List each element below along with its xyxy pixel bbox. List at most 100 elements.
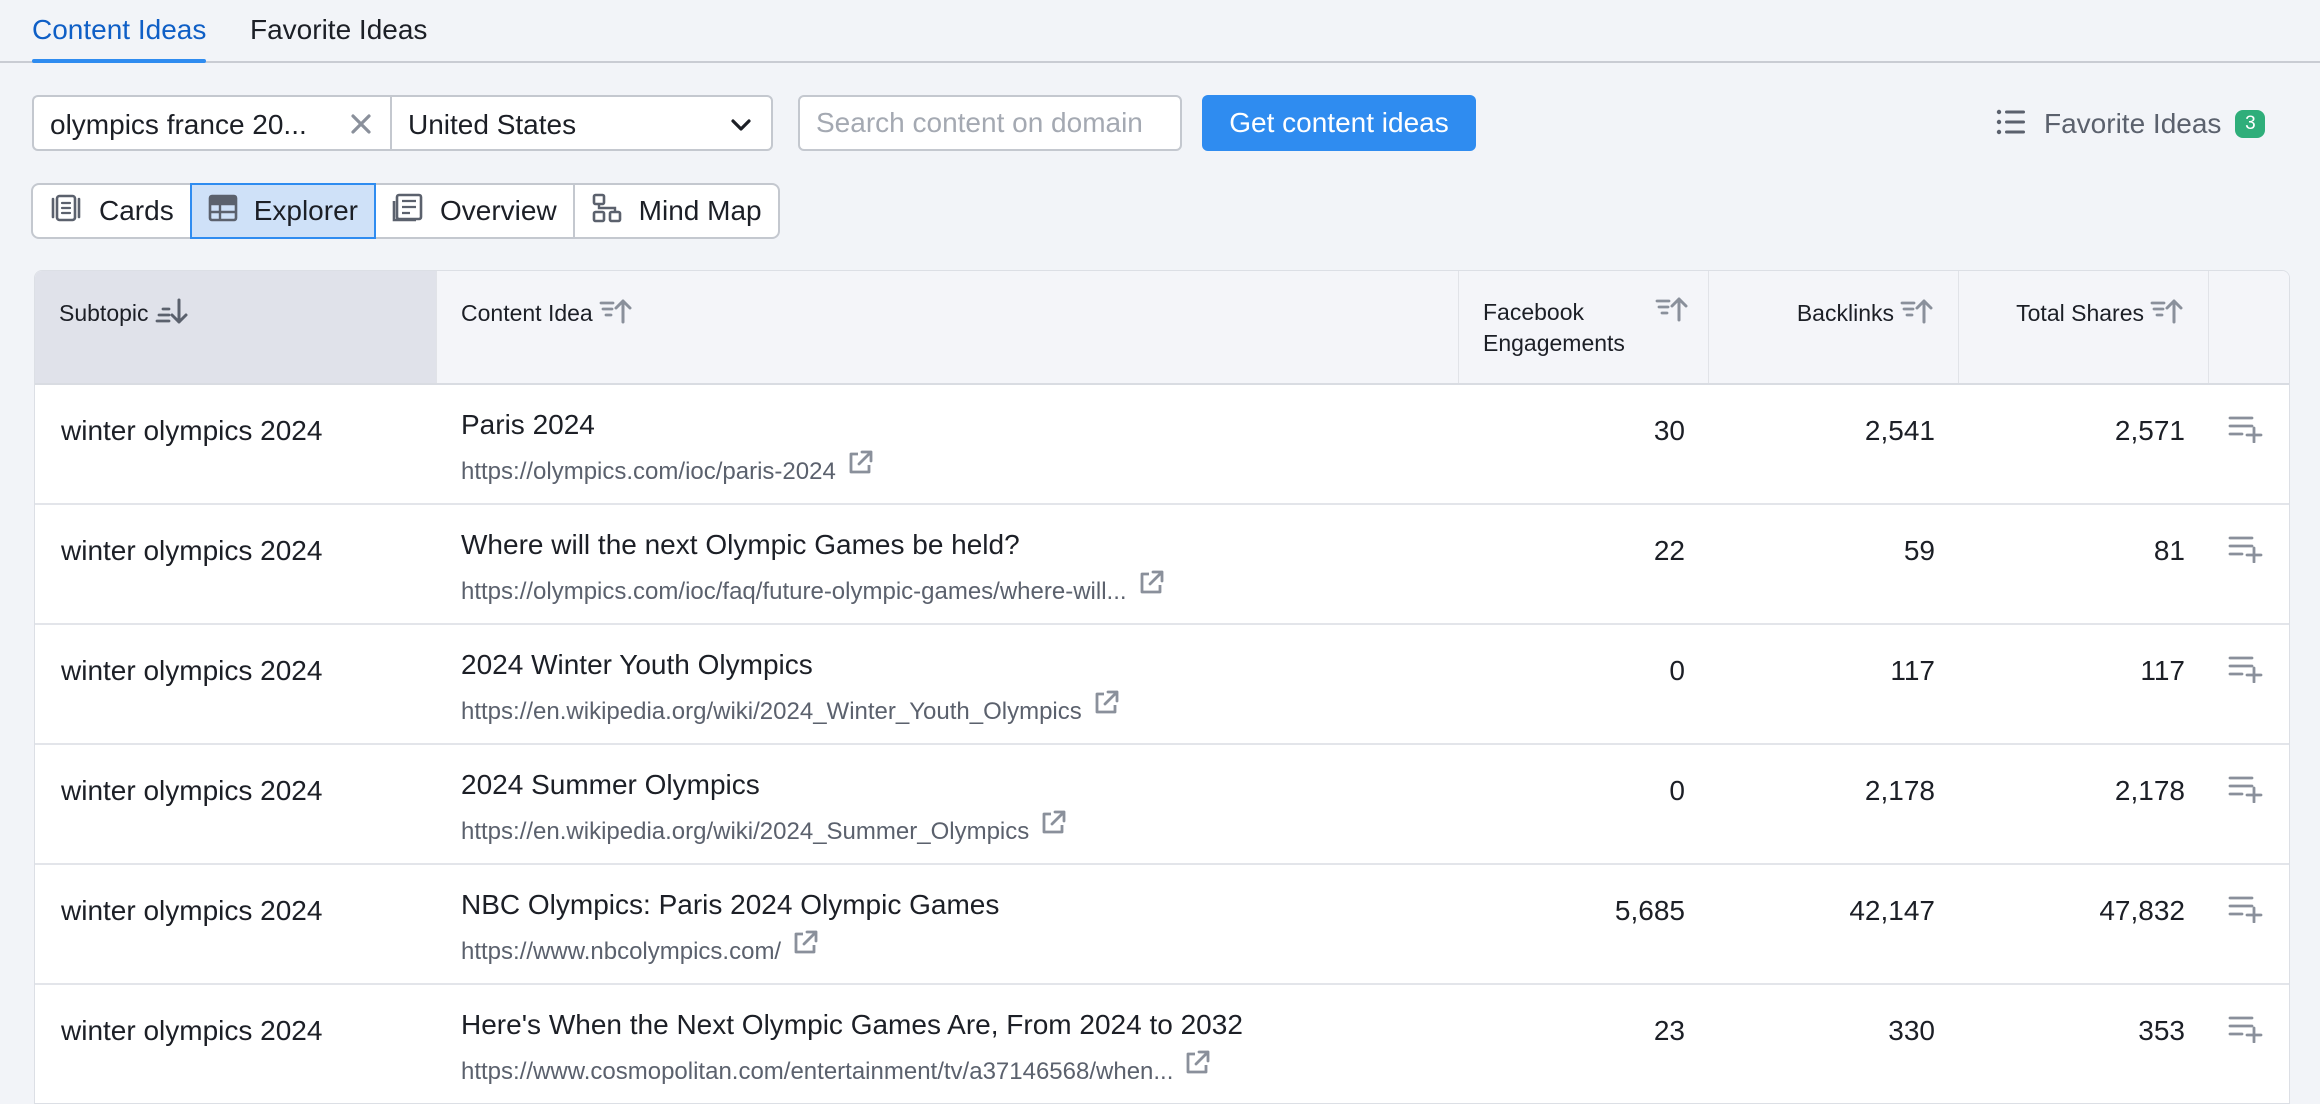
row-idea-link: https://olympics.com/ioc/faq/future-olym… — [461, 569, 1165, 606]
country-value: United States — [408, 109, 577, 140]
external-link-icon[interactable] — [791, 929, 819, 962]
table-header: Subtopic Content Idea Facebook Engagement… — [35, 271, 2289, 385]
country-select[interactable]: United States — [390, 95, 773, 151]
column-facebook-line1: Facebook — [1483, 299, 1585, 325]
sort-icon[interactable] — [2150, 297, 2184, 333]
row-idea-url[interactable]: https://olympics.com/ioc/paris-2024 — [461, 458, 836, 486]
column-backlinks-label: Backlinks — [1796, 300, 1894, 326]
row-idea-url[interactable]: https://www.cosmopolitan.com/entertainme… — [461, 1058, 1173, 1086]
row-total-shares: 353 — [2138, 1015, 2185, 1046]
keyword-input[interactable]: olympics france 20... — [32, 95, 392, 151]
row-subtopic: winter olympics 2024 — [61, 1015, 323, 1046]
row-backlinks: 2,541 — [1864, 415, 1935, 446]
overview-icon — [392, 193, 440, 230]
row-facebook-engagements: 0 — [1669, 655, 1685, 686]
external-link-icon[interactable] — [1183, 1049, 1211, 1082]
row-idea-link: https://en.wikipedia.org/wiki/2024_Winte… — [461, 689, 1120, 726]
column-facebook-label: Facebook Engagements — [1483, 297, 1625, 359]
row-idea-title: NBC Olympics: Paris 2024 Olympic Games — [461, 889, 1000, 920]
cards-icon — [49, 193, 99, 230]
row-idea-link: https://www.nbcolympics.com/ — [461, 929, 819, 966]
sort-icon[interactable] — [599, 297, 633, 333]
row-total-shares: 47,832 — [2099, 895, 2185, 926]
view-switcher: Cards Explorer Overview Mind Map — [31, 183, 780, 239]
row-idea-link: https://olympics.com/ioc/paris-2024 — [461, 449, 874, 486]
row-subtopic: winter olympics 2024 — [61, 655, 323, 686]
row-subtopic: winter olympics 2024 — [61, 535, 323, 566]
table-icon — [208, 193, 254, 230]
view-explorer-button[interactable]: Explorer — [189, 183, 376, 239]
row-facebook-engagements: 0 — [1669, 775, 1685, 806]
row-idea-title: Where will the next Olympic Games be hel… — [461, 529, 1020, 560]
row-backlinks: 117 — [1890, 655, 1935, 686]
view-mind-map-button[interactable]: Mind Map — [572, 183, 780, 239]
row-facebook-engagements: 5,685 — [1614, 895, 1685, 926]
row-idea-title: Here's When the Next Olympic Games Are, … — [461, 1009, 1243, 1040]
sort-desc-icon[interactable] — [155, 297, 189, 333]
add-to-favorites-icon[interactable] — [2228, 413, 2264, 448]
tab-favorite-ideas[interactable]: Favorite Ideas — [250, 14, 427, 62]
favorite-count-badge: 3 — [2235, 110, 2266, 138]
add-to-favorites-icon[interactable] — [2228, 533, 2264, 568]
content-tabs: Content Ideas Favorite Ideas — [0, 0, 2320, 63]
list-icon — [1996, 108, 2026, 141]
row-backlinks: 330 — [1888, 1015, 1935, 1046]
column-facebook-engagements[interactable]: Facebook Engagements — [1459, 271, 1709, 383]
row-idea-link: https://en.wikipedia.org/wiki/2024_Summe… — [461, 809, 1067, 846]
chevron-down-icon — [727, 111, 755, 139]
row-total-shares: 117 — [2140, 655, 2185, 686]
row-backlinks: 42,147 — [1849, 895, 1935, 926]
row-total-shares: 2,571 — [2114, 415, 2185, 446]
domain-search-input[interactable] — [798, 95, 1182, 151]
add-to-favorites-icon[interactable] — [2228, 1013, 2264, 1048]
column-facebook-line2: Engagements — [1483, 330, 1625, 356]
row-subtopic: winter olympics 2024 — [61, 415, 323, 446]
row-idea-url[interactable]: https://www.nbcolympics.com/ — [461, 938, 781, 966]
row-facebook-engagements: 22 — [1653, 535, 1685, 566]
clear-icon[interactable] — [346, 109, 376, 139]
view-cards-label: Cards — [99, 195, 174, 226]
row-subtopic: winter olympics 2024 — [61, 895, 323, 926]
table-row: winter olympics 2024 2024 Winter Youth O… — [35, 625, 2289, 745]
row-idea-url[interactable]: https://en.wikipedia.org/wiki/2024_Summe… — [461, 818, 1029, 846]
sort-icon[interactable] — [1655, 295, 1689, 331]
row-subtopic: winter olympics 2024 — [61, 775, 323, 806]
row-facebook-engagements: 23 — [1653, 1015, 1685, 1046]
column-subtopic-label: Subtopic — [59, 300, 149, 326]
favorite-ideas-link[interactable]: Favorite Ideas 3 — [1996, 104, 2266, 144]
table-row: winter olympics 2024 Where will the next… — [35, 505, 2289, 625]
row-idea-link: https://www.cosmopolitan.com/entertainme… — [461, 1049, 1211, 1086]
external-link-icon[interactable] — [1137, 569, 1165, 602]
row-total-shares: 81 — [2153, 535, 2185, 566]
table-row: winter olympics 2024 Paris 2024 https://… — [35, 385, 2289, 505]
add-to-favorites-icon[interactable] — [2228, 893, 2264, 928]
get-content-ideas-button[interactable]: Get content ideas — [1202, 95, 1476, 151]
table-row: winter olympics 2024 2024 Summer Olympic… — [35, 745, 2289, 865]
external-link-icon[interactable] — [1039, 809, 1067, 842]
view-mind-map-label: Mind Map — [638, 195, 762, 226]
sort-icon[interactable] — [1900, 297, 1934, 333]
row-facebook-engagements: 30 — [1653, 415, 1685, 446]
column-subtopic[interactable]: Subtopic — [35, 271, 437, 383]
column-content-idea[interactable]: Content Idea — [437, 271, 1459, 383]
view-cards-button[interactable]: Cards — [31, 183, 192, 239]
column-total-shares[interactable]: Total Shares — [1959, 271, 2209, 383]
external-link-icon[interactable] — [1092, 689, 1120, 722]
add-to-favorites-icon[interactable] — [2228, 773, 2264, 808]
column-total-shares-label: Total Shares — [2016, 300, 2144, 326]
content-ideas-table: Subtopic Content Idea Facebook Engagement… — [34, 270, 2290, 1104]
row-idea-url[interactable]: https://en.wikipedia.org/wiki/2024_Winte… — [461, 698, 1082, 726]
row-idea-title: 2024 Winter Youth Olympics — [461, 649, 813, 680]
row-total-shares: 2,178 — [2114, 775, 2185, 806]
table-row: winter olympics 2024 NBC Olympics: Paris… — [35, 865, 2289, 985]
external-link-icon[interactable] — [846, 449, 874, 482]
row-idea-url[interactable]: https://olympics.com/ioc/faq/future-olym… — [461, 578, 1127, 606]
row-backlinks: 59 — [1903, 535, 1935, 566]
add-to-favorites-icon[interactable] — [2228, 653, 2264, 688]
view-overview-label: Overview — [439, 195, 557, 226]
tab-content-ideas[interactable]: Content Ideas — [32, 14, 207, 63]
table-row: winter olympics 2024 Here's When the Nex… — [35, 985, 2289, 1103]
view-overview-button[interactable]: Overview — [373, 183, 575, 239]
column-backlinks[interactable]: Backlinks — [1709, 271, 1959, 383]
view-explorer-label: Explorer — [253, 195, 358, 226]
